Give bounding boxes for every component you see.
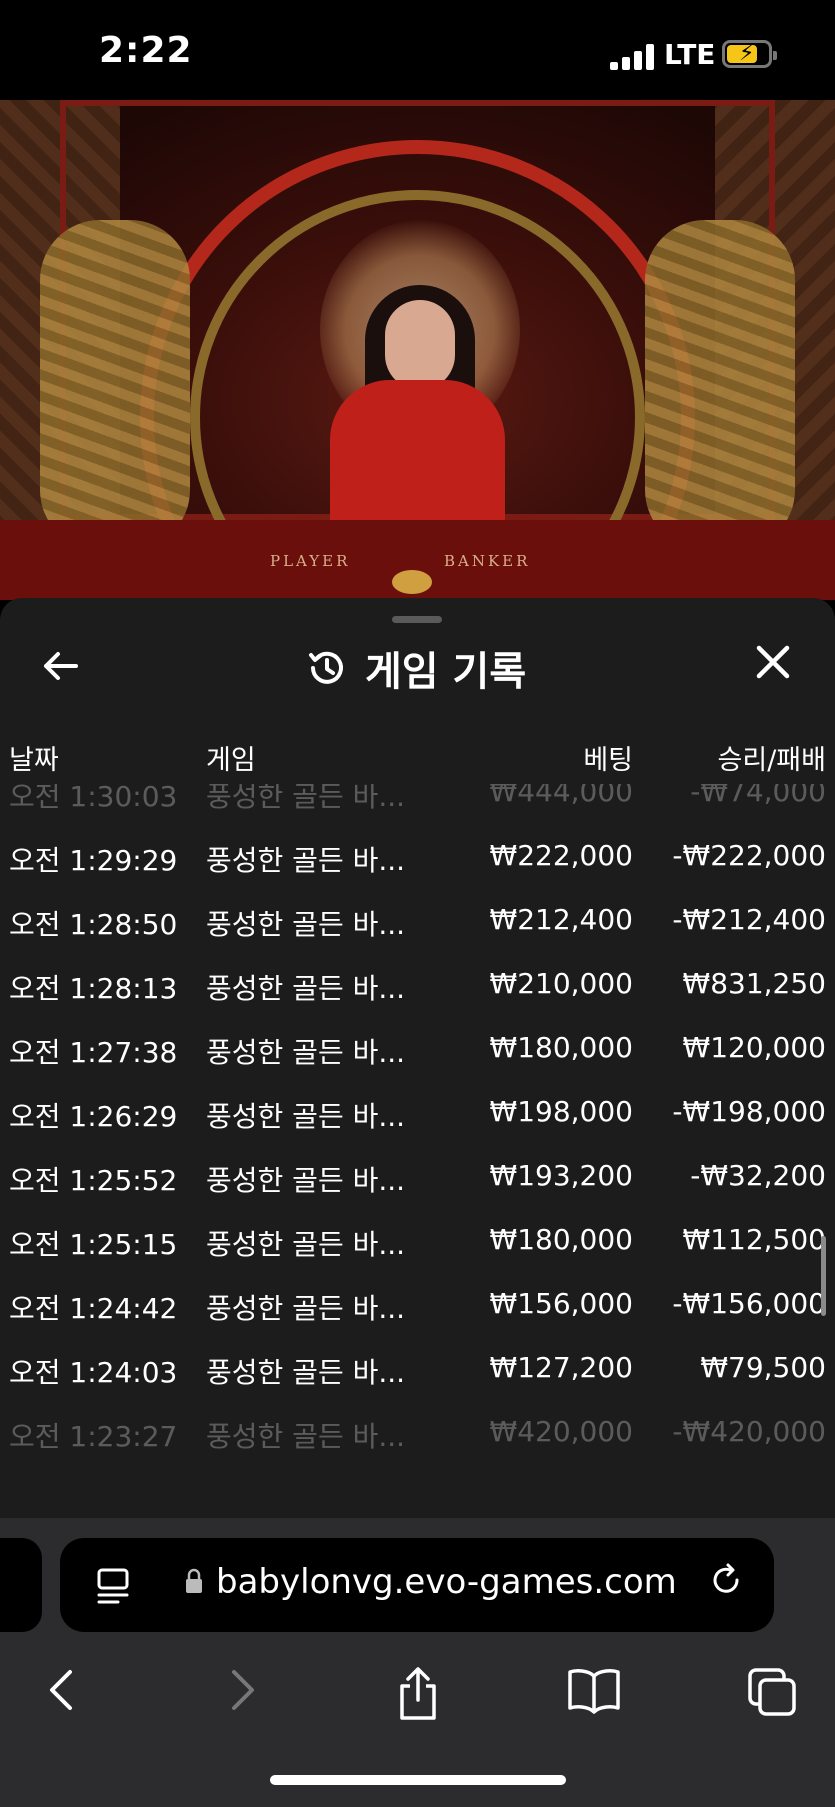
- history-result: ₩831,250: [682, 967, 826, 1000]
- tabs-icon[interactable]: [742, 1666, 802, 1726]
- lock-icon: [186, 1568, 202, 1593]
- reader-icon[interactable]: [96, 1568, 130, 1604]
- history-row[interactable]: 오전 1:28:50 풍성한 골든 바... ₩212,400 -₩212,400: [0, 889, 835, 953]
- reload-icon[interactable]: [708, 1562, 744, 1607]
- history-row[interactable]: 오전 1:24:03 풍성한 골든 바... ₩127,200 ₩79,500: [0, 1337, 835, 1401]
- reload-glyph: [713, 1563, 739, 1593]
- home-indicator[interactable]: [270, 1775, 566, 1785]
- status-bar: 2:22 LTE ⚡: [0, 0, 835, 100]
- history-bet: ₩212,400: [489, 903, 633, 936]
- history-result: -₩74,000: [690, 784, 826, 808]
- history-game: 풍성한 골든 바...: [206, 1100, 406, 1133]
- close-button[interactable]: [748, 642, 798, 692]
- bookmarks-icon[interactable]: [564, 1666, 624, 1726]
- column-header-game[interactable]: 게임: [206, 738, 256, 777]
- history-result: -₩222,000: [672, 839, 826, 872]
- history-date: 오전 1:25:15: [9, 1228, 178, 1261]
- address-bar[interactable]: babylonvg.evo-games.com: [60, 1538, 774, 1632]
- history-bet: ₩420,000: [489, 1415, 633, 1448]
- column-header-date[interactable]: 날짜: [9, 738, 59, 777]
- history-date: 오전 1:28:50: [9, 908, 178, 941]
- history-row[interactable]: 오전 1:25:52 풍성한 골든 바... ₩193,200 -₩32,200: [0, 1145, 835, 1209]
- history-game: 풍성한 골든 바...: [206, 1228, 406, 1261]
- game-history-panel: 게임 기록 날짜 게임 베팅 승리/패배 오전 1:30:03 풍성한 골든 바.…: [0, 598, 835, 1518]
- history-game: 풍성한 골든 바...: [206, 784, 406, 813]
- history-bet: ₩444,000: [489, 784, 633, 808]
- history-game: 풍성한 골든 바...: [206, 1356, 406, 1389]
- history-row[interactable]: 오전 1:23:27 풍성한 골든 바... ₩420,000 -₩420,000: [0, 1401, 835, 1465]
- arrow-left-icon: [44, 652, 78, 680]
- share-icon[interactable]: [388, 1666, 448, 1726]
- status-time: 2:22: [99, 30, 193, 71]
- network-label: LTE: [664, 38, 716, 71]
- history-result: ₩120,000: [682, 1031, 826, 1064]
- panel-header: 게임 기록: [305, 640, 526, 696]
- history-bet: ₩222,000: [489, 839, 633, 872]
- back-icon[interactable]: [32, 1666, 92, 1726]
- banker-label: BANKER: [444, 552, 531, 570]
- history-game: 풍성한 골든 바...: [206, 1164, 406, 1197]
- history-date: 오전 1:25:52: [9, 1164, 178, 1197]
- panel-title: 게임 기록: [365, 649, 527, 695]
- history-row[interactable]: 오전 1:24:42 풍성한 골든 바... ₩156,000 -₩156,000: [0, 1273, 835, 1337]
- history-row[interactable]: 오전 1:25:15 풍성한 골든 바... ₩180,000 ₩112,500: [0, 1209, 835, 1273]
- history-result: ₩112,500: [682, 1223, 826, 1256]
- history-date: 오전 1:26:29: [9, 1100, 178, 1133]
- history-icon: [309, 651, 343, 684]
- column-header-bet[interactable]: 베팅: [583, 738, 633, 777]
- history-date: 오전 1:24:42: [9, 1292, 178, 1325]
- history-date: 오전 1:29:29: [9, 844, 178, 877]
- column-header-result[interactable]: 승리/패배: [718, 738, 826, 777]
- history-game: 풍성한 골든 바...: [206, 908, 406, 941]
- history-result: -₩420,000: [672, 1415, 826, 1448]
- dealer-face: [385, 300, 455, 390]
- history-bet: ₩180,000: [489, 1031, 633, 1064]
- table-chip: [392, 570, 432, 594]
- history-bet: ₩156,000: [489, 1287, 633, 1320]
- history-row[interactable]: 오전 1:29:29 풍성한 골든 바... ₩222,000 -₩222,000: [0, 825, 835, 889]
- history-row[interactable]: 오전 1:27:38 풍성한 골든 바... ₩180,000 ₩120,000: [0, 1017, 835, 1081]
- forward-icon[interactable]: [212, 1666, 272, 1726]
- url-text: babylonvg.evo-games.com: [216, 1562, 677, 1602]
- history-game: 풍성한 골든 바...: [206, 972, 406, 1005]
- close-icon: [756, 645, 790, 679]
- history-result: -₩156,000: [672, 1287, 826, 1320]
- player-label: PLAYER: [270, 552, 351, 570]
- history-game: 풍성한 골든 바...: [206, 1292, 406, 1325]
- back-button[interactable]: [40, 646, 84, 690]
- panel-grabber[interactable]: [392, 616, 442, 623]
- history-game: 풍성한 골든 바...: [206, 1420, 406, 1453]
- history-result: -₩212,400: [672, 903, 826, 936]
- history-game: 풍성한 골든 바...: [206, 844, 406, 877]
- history-bet: ₩198,000: [489, 1095, 633, 1128]
- history-list[interactable]: 오전 1:30:03 풍성한 골든 바... ₩444,000 -₩74,000 오전 …: [0, 784, 835, 1504]
- dragon-statue-right: [645, 220, 795, 550]
- history-date: 오전 1:28:13: [9, 972, 178, 1005]
- history-row[interactable]: 오전 1:28:13 풍성한 골든 바... ₩210,000 ₩831,250: [0, 953, 835, 1017]
- browser-toolbar: babylonvg.evo-games.com: [0, 1518, 835, 1807]
- battery-icon: ⚡: [722, 40, 777, 68]
- history-bet: ₩193,200: [489, 1159, 633, 1192]
- signal-icon: [610, 44, 654, 70]
- history-result: -₩32,200: [690, 1159, 826, 1192]
- history-bet: ₩127,200: [489, 1351, 633, 1384]
- history-date: 오전 1:24:03: [9, 1356, 178, 1389]
- dragon-statue-left: [40, 220, 190, 550]
- live-video[interactable]: PLAYER BANKER: [0, 100, 835, 600]
- history-date: 오전 1:27:38: [9, 1036, 178, 1069]
- history-result: ₩79,500: [700, 1351, 826, 1384]
- history-date: 오전 1:30:03: [9, 784, 178, 813]
- history-row[interactable]: 오전 1:26:29 풍성한 골든 바... ₩198,000 -₩198,000: [0, 1081, 835, 1145]
- previous-tab-preview[interactable]: [0, 1538, 42, 1632]
- history-bet: ₩180,000: [489, 1223, 633, 1256]
- history-date: 오전 1:23:27: [9, 1420, 178, 1453]
- scrollbar[interactable]: [821, 1236, 826, 1316]
- history-result: -₩198,000: [672, 1095, 826, 1128]
- history-row[interactable]: 오전 1:30:03 풍성한 골든 바... ₩444,000 -₩74,000: [0, 784, 835, 825]
- history-game: 풍성한 골든 바...: [206, 1036, 406, 1069]
- history-bet: ₩210,000: [489, 967, 633, 1000]
